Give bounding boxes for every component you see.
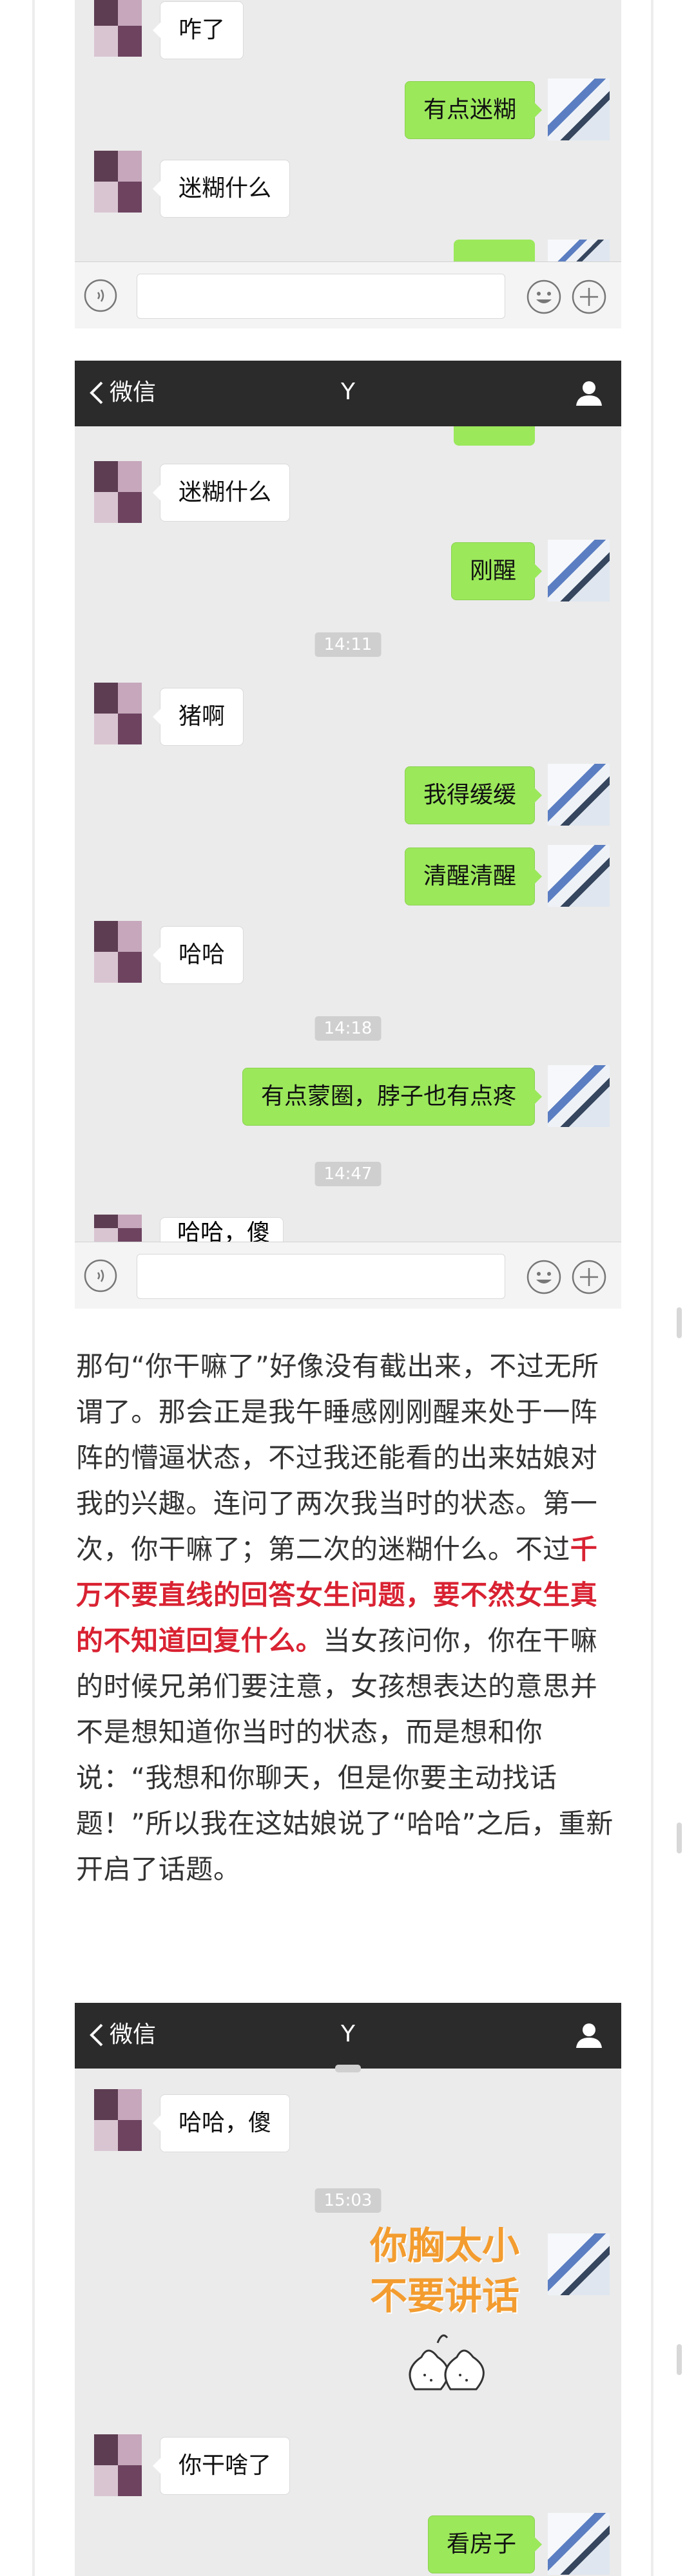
emoji-icon[interactable] [526, 1259, 562, 1295]
self-avatar[interactable] [548, 845, 610, 907]
scrollbar-thumb[interactable] [677, 2344, 682, 2375]
self-avatar[interactable] [548, 1065, 610, 1127]
timestamp: 14:47 [314, 1162, 382, 1186]
message-bubble-left: 咋了 [152, 1, 244, 59]
message-bubble-left: 迷糊什么 [152, 160, 291, 218]
contact-avatar[interactable] [94, 0, 142, 57]
contact-avatar[interactable] [94, 151, 142, 213]
message-bubble-right-cropped [454, 426, 535, 446]
page-right-border [651, 0, 653, 2576]
sticker-message[interactable]: 你胸太小 不要讲话 [363, 2215, 550, 2402]
message-bubble-left: 猪啊 [152, 688, 244, 746]
chat-input-bar [75, 1242, 621, 1309]
timestamp: 15:03 [314, 2188, 382, 2213]
message-bubble-left: 迷糊什么 [152, 464, 291, 522]
scrollbar-thumb[interactable] [677, 1823, 682, 1853]
chat-input-bar [75, 261, 621, 328]
contact-avatar[interactable] [94, 683, 142, 744]
article-text: 当女孩问你，你在干嘛的时候兄弟们要注意，女孩想表达的意思并不是想知道你当时的状态… [76, 1625, 614, 1885]
voice-icon[interactable] [84, 1259, 117, 1293]
self-avatar[interactable] [548, 240, 610, 261]
article-text: 那句“你干嘛了”好像没有截出来，不过无所谓了。那会正是我午睡感刚刚醒来处于一阵阵… [76, 1350, 599, 1565]
message-bubble-right: 看房子 [427, 2515, 543, 2573]
chat-screenshot-3: 微信 Y 哈哈，傻 15:03 你胸太小 不要讲话 你干啥了 看房子 [75, 2003, 621, 2576]
contact-avatar[interactable] [94, 921, 142, 983]
user-profile-icon[interactable] [575, 379, 603, 407]
message-bubble-left: 哈哈，傻 [152, 2094, 291, 2152]
message-bubble-right: 清醒清醒 [404, 848, 543, 905]
self-avatar[interactable] [548, 540, 610, 601]
timestamp: 14:11 [314, 632, 382, 657]
self-avatar[interactable] [548, 764, 610, 826]
sticker-text-line1: 你胸太小 [370, 2224, 520, 2268]
chat-titlebar: 微信 Y [75, 2003, 621, 2072]
message-bubble-left: 你干啥了 [152, 2437, 291, 2495]
chat-titlebar: 微信 Y [75, 361, 621, 426]
contact-name: Y [341, 379, 355, 405]
cropped-message-text: 哈哈，傻 [177, 1220, 271, 1242]
plus-icon[interactable] [571, 279, 607, 315]
message-bubble-left-cropped: 哈哈，傻 [160, 1217, 284, 1242]
self-avatar[interactable] [548, 79, 610, 140]
chat-screenshot-2: 微信 Y 迷糊什么 刚醒 14:11 猪啊 我得缓缓 清醒清醒 哈哈 14:18… [75, 361, 621, 1309]
timestamp-cropped [335, 2065, 361, 2072]
chat-screenshot-1: 咋了 有点迷糊 迷糊什么 [75, 0, 621, 328]
self-avatar[interactable] [548, 2513, 610, 2575]
message-bubble-right-cropped [454, 240, 535, 261]
contact-avatar[interactable] [94, 2089, 142, 2151]
timestamp: 14:18 [314, 1016, 382, 1041]
contact-avatar[interactable] [94, 2434, 142, 2496]
user-profile-icon[interactable] [575, 2021, 603, 2049]
contact-name: Y [341, 2021, 355, 2047]
message-bubble-left: 哈哈 [152, 926, 244, 984]
contact-avatar[interactable] [94, 1215, 142, 1242]
message-input[interactable] [137, 274, 505, 319]
message-bubble-right: 有点蒙圈，脖子也有点疼 [242, 1068, 543, 1126]
sticker-text-line2: 不要讲话 [370, 2274, 520, 2318]
message-bubble-right: 刚醒 [450, 542, 543, 600]
self-avatar[interactable] [548, 2233, 610, 2295]
article-paragraph: 那句“你干嘛了”好像没有截出来，不过无所谓了。那会正是我午睡感刚刚醒来处于一阵阵… [76, 1343, 623, 1892]
message-bubble-right: 有点迷糊 [404, 81, 543, 139]
voice-icon[interactable] [84, 279, 117, 312]
scrollbar-thumb[interactable] [677, 1307, 682, 1338]
contact-avatar[interactable] [94, 461, 142, 523]
message-input[interactable] [137, 1254, 505, 1299]
pear-sticker-icon [409, 2334, 485, 2391]
page-left-border [32, 0, 35, 2576]
emoji-icon[interactable] [526, 279, 562, 315]
message-bubble-right: 我得缓缓 [404, 766, 543, 824]
plus-icon[interactable] [571, 1259, 607, 1295]
